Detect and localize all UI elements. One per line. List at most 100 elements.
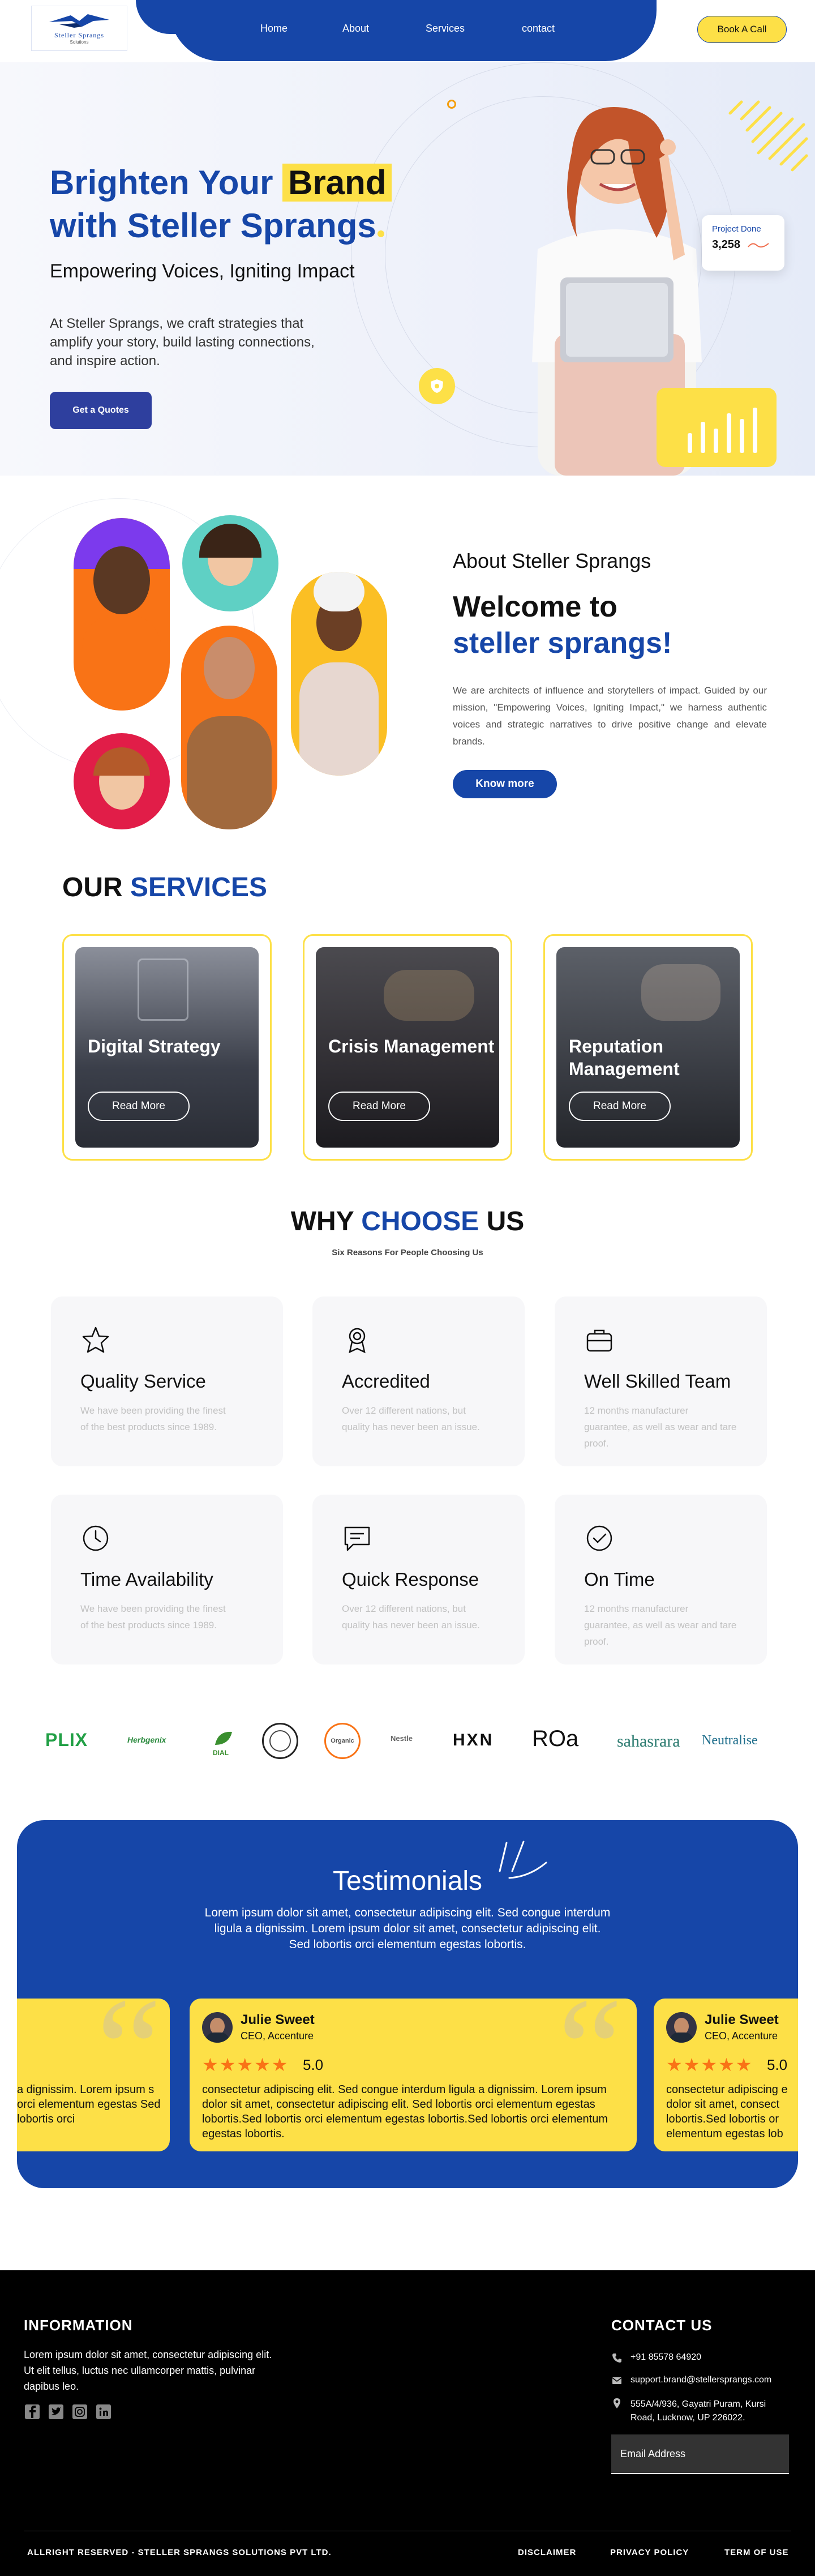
footer-info-title: INFORMATION [24,2317,133,2334]
twitter-icon[interactable] [48,2403,65,2420]
stats-chart-card [657,388,777,467]
nav-home-link[interactable]: Home [260,23,288,35]
page: Steller Sprangs Solutions Home About Ser… [0,0,815,2576]
terms-of-use-link[interactable]: TERM OF USE [724,2548,789,2557]
know-more-button[interactable]: Know more [453,770,557,798]
why-card-desc: We have been providing the finest of the… [80,1405,226,1432]
testimonial-name: Julie Sweet [241,2012,315,2027]
brand-logo: PLIX [45,1730,88,1750]
testimonial-name: Julie Sweet [705,2012,779,2027]
person-photo [182,515,278,611]
about-title: Welcome to steller sprangs! [453,590,672,660]
about-description: We are architects of influence and story… [453,685,767,747]
location-pin-icon [614,2398,620,2408]
why-card: Quality Service We have been providing t… [51,1296,283,1466]
why-subtitle: Six Reasons For People Choosing Us [332,1248,483,1257]
testimonial-role: CEO, Accenture [241,2030,314,2042]
why-title: WHY CHOOSE US [290,1206,525,1236]
award-icon [349,1328,366,1354]
services-title: OUR SERVICES [62,872,267,902]
briefcase-icon [586,1329,612,1352]
contact-address: 555A/4/936, Gayatri Puram, Kursi Road, L… [611,2398,792,2425]
why-card: On Time 12 months manufacturer guarantee… [555,1495,767,1664]
testimonial-text: consectetur adipiscing e dolor sit amet,… [666,2083,788,2140]
person-photo [74,733,170,829]
get-quote-button[interactable]: Get a Quotes [50,392,152,429]
why-card-desc: Over 12 different nations, but quality h… [342,1405,480,1432]
bar-chart-icon [688,408,757,453]
why-card: Time Availability We have been providing… [51,1495,283,1664]
facebook-icon[interactable] [24,2403,41,2420]
read-more-button[interactable]: Read More [88,1092,190,1121]
nav-contact-link[interactable]: contact [522,23,555,35]
service-card[interactable]: Digital Strategy Read More [62,934,272,1161]
why-card-desc: Over 12 different nations, but quality h… [342,1603,480,1631]
brand-logo: Nestle [391,1734,413,1743]
brand-logo [262,1723,298,1759]
logo-sub: Solutions [70,40,89,45]
copyright-text: ALLRIGHT RESERVED - STELLER SPRANGS SOLU… [27,2548,332,2557]
why-card: Accredited Over 12 different nations, bu… [312,1296,525,1466]
message-icon [344,1526,370,1551]
book-call-button[interactable]: Book A Call [697,16,787,43]
service-card[interactable]: Reputation Management Read More [543,934,753,1161]
why-card-title: Quality Service [80,1371,206,1392]
hero-title-highlight: Brand [282,164,392,202]
avatar [202,2012,233,2043]
why-card-desc: We have been providing the finest of the… [80,1603,226,1631]
why-card: Well Skilled Team 12 months manufacturer… [555,1296,767,1466]
read-more-button[interactable]: Read More [569,1092,671,1121]
hero-subtitle: Empowering Voices, Igniting Impact [50,260,355,282]
star-icon [82,1326,109,1353]
why-card-desc: 12 months manufacturer guarantee, as wel… [584,1603,737,1647]
nav-services-link[interactable]: Services [426,23,465,35]
contact-phone[interactable]: +91 85578 64920 [611,2352,701,2364]
mail-icon [612,2377,622,2384]
hero-description: At Steller Sprangs, we craft strategies … [50,316,315,369]
why-card-title: On Time [584,1569,655,1590]
avatar [666,2012,697,2043]
privacy-policy-link[interactable]: PRIVACY POLICY [610,2548,689,2557]
read-more-button[interactable]: Read More [328,1092,430,1121]
testimonials-description: Lorem ipsum dolor sit amet, consectetur … [204,1906,611,1951]
why-card-title: Time Availability [80,1569,213,1590]
hero-section: Brighten Your Brand with Steller Sprangs… [0,62,815,476]
logo[interactable]: Steller Sprangs Solutions [31,6,127,51]
person-photo [74,518,170,711]
shield-badge [419,368,455,404]
rating-stars-icon: ★★★★★ [202,2055,289,2075]
navbar: Steller Sprangs Solutions Home About Ser… [0,0,815,62]
logo-name: Steller Sprangs [54,31,104,39]
disclaimer-link[interactable]: DISCLAIMER [518,2548,576,2557]
instagram-icon[interactable] [71,2403,88,2420]
brand-logo: Herbgenix [127,1735,166,1744]
brand-logo: sahasrara [617,1732,680,1751]
brand-logo: Neutralise [702,1733,758,1748]
decor-stripes [728,100,808,172]
brand-logo: Organic [324,1723,361,1759]
brand-logo: DIAL [209,1725,238,1757]
why-card-title: Well Skilled Team [584,1371,731,1392]
newsletter-email-input[interactable] [611,2434,789,2474]
testimonials-section: Testimonials Lorem ipsum dolor sit amet,… [17,1820,798,2188]
project-done-card: Project Done 3,258 [702,215,784,271]
nav-about-link[interactable]: About [342,23,369,35]
about-pre-title: About Steller Sprangs [453,549,651,572]
linkedin-icon[interactable] [95,2403,112,2420]
why-card-desc: 12 months manufacturer guarantee, as wel… [584,1405,737,1449]
project-done-label: Project Done [712,224,761,234]
why-card-title: Accredited [342,1371,430,1392]
brand-logo: HXN [453,1731,494,1749]
testimonial-card: Julie Sweet CEO, Accenture ★★★★★ 5.0 con… [654,1999,798,2151]
rating-value: 5.0 [767,2056,788,2073]
contact-email[interactable]: support.brand@stellersprangs.com [611,2375,771,2386]
service-title: Digital Strategy [88,1036,221,1056]
trend-icon [747,242,769,247]
brand-logo: ROa [532,1726,579,1751]
phone-icon [612,2354,621,2363]
rating-value: 5.0 [303,2056,324,2073]
service-image: Crisis Management Read More [316,947,499,1148]
service-card[interactable]: Crisis Management Read More [303,934,512,1161]
person-photo [181,626,277,829]
shield-icon [431,379,443,393]
